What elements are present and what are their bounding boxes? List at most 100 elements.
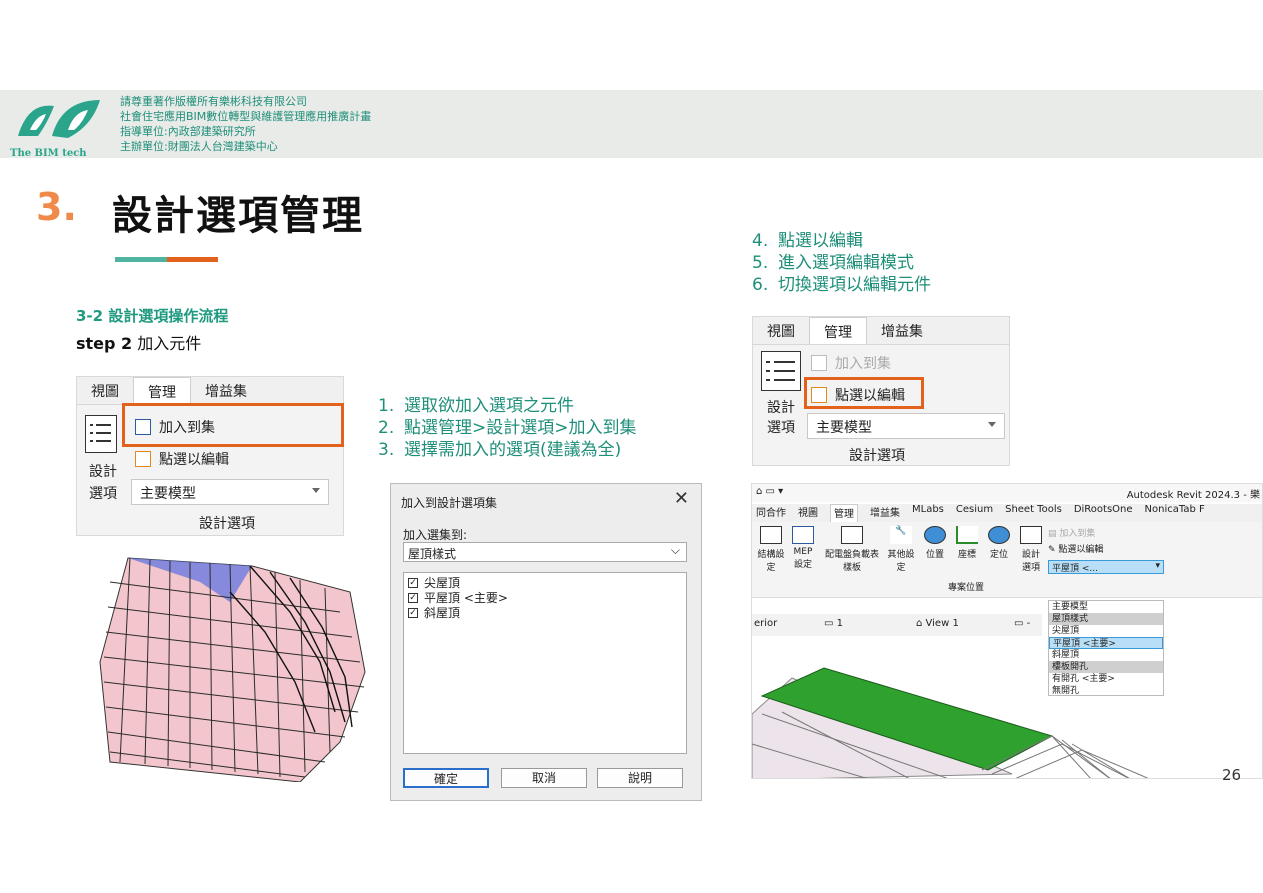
tab-addins[interactable]: 增益集 bbox=[191, 377, 261, 404]
design-options-icon[interactable] bbox=[85, 415, 117, 453]
ok-button[interactable]: 確定 bbox=[403, 768, 489, 788]
revit-tab-manage[interactable]: 管理 bbox=[830, 504, 858, 522]
dialog-title: 加入到設計選項集 bbox=[401, 496, 498, 510]
title-underline-teal bbox=[115, 257, 167, 262]
pick-to-edit-icon bbox=[135, 451, 151, 467]
roof-model-image bbox=[99, 557, 366, 782]
view-tab-view1[interactable]: ⌂ View 1 bbox=[916, 618, 959, 629]
header-line: 主辦單位:財團法人台灣建築中心 bbox=[120, 140, 278, 153]
position-button[interactable]: 定位 bbox=[984, 526, 1014, 560]
header-line: 指導單位:內政部建築研究所 bbox=[120, 125, 256, 138]
option-item[interactable]: ✓ 斜屋頂 bbox=[408, 605, 682, 620]
tab-manage[interactable]: 管理 bbox=[809, 317, 867, 344]
step-heading: step 2 加入元件 bbox=[76, 330, 201, 354]
tool-label: 位置 bbox=[925, 550, 944, 560]
quick-access-icon[interactable]: ⌂ ▭ ▾ bbox=[756, 486, 783, 497]
tool-label: 座標 bbox=[957, 550, 976, 560]
design-option-combo[interactable]: 主要模型 bbox=[131, 479, 329, 505]
ribbon-tabs: 視圖 管理 增益集 bbox=[753, 317, 1009, 345]
coordinates-button[interactable]: 座標 bbox=[952, 526, 982, 560]
design-options-button[interactable]: 設計選項 bbox=[1018, 526, 1044, 573]
revit-tab[interactable]: 增益集 bbox=[870, 504, 900, 522]
option-checklist: ✓ 尖屋頂 ✓ 平屋頂 <主要> ✓ 斜屋頂 bbox=[403, 572, 687, 754]
add-to-set-button[interactable]: ▤ 加入到集 bbox=[1048, 526, 1095, 539]
view-icon[interactable]: ▭ - bbox=[1014, 618, 1030, 629]
structural-settings-button[interactable]: 結構設定 bbox=[756, 526, 786, 573]
highlight-add-to-set bbox=[122, 403, 344, 447]
revit-tab[interactable]: Sheet Tools bbox=[1005, 504, 1062, 522]
checkbox-checked-icon[interactable]: ✓ bbox=[408, 607, 418, 618]
tab-manage[interactable]: 管理 bbox=[133, 377, 191, 404]
checkbox-checked-icon[interactable]: ✓ bbox=[408, 592, 418, 603]
select-value: 屋頂樣式 bbox=[408, 547, 457, 561]
revit-tab[interactable]: DiRootsOne bbox=[1074, 504, 1133, 522]
panel-label: 設計選項 bbox=[849, 448, 905, 464]
pick-to-edit-label: 點選以編輯 bbox=[159, 452, 229, 468]
step-text: 點選管理>設計選項>加入到集 bbox=[404, 418, 637, 438]
wrench-icon: 🔧 bbox=[890, 526, 912, 544]
dropdown-option[interactable]: 主要模型 bbox=[1049, 601, 1163, 613]
header-line: 請尊重著作版權所有樂彬科技有限公司 bbox=[120, 95, 307, 108]
revit-tab[interactable]: 同合作 bbox=[756, 504, 786, 522]
revit-tabs: 同合作 視圖 管理 增益集 MLabs Cesium Sheet Tools D… bbox=[752, 504, 1262, 522]
add-to-set-button[interactable]: 加入到集 bbox=[811, 353, 891, 373]
tool-label: 設計選項 bbox=[1021, 550, 1040, 573]
tab-addins[interactable]: 增益集 bbox=[867, 317, 937, 344]
option-item[interactable]: ✓ 平屋頂 <主要> bbox=[408, 590, 682, 605]
step-text: 點選以編輯 bbox=[778, 231, 863, 251]
step-num: 5. bbox=[752, 253, 769, 273]
location-button[interactable]: 位置 bbox=[920, 526, 950, 560]
pick-to-edit-button[interactable]: ✎ 點選以編輯 bbox=[1048, 542, 1103, 555]
dropdown-option[interactable]: 平屋頂 <主要> bbox=[1049, 637, 1163, 649]
view-name[interactable]: erior bbox=[754, 618, 777, 629]
left-ribbon-screenshot: 視圖 管理 增益集 設計 選項 加入到集 點選以編輯 主要模型 設計選項 bbox=[76, 376, 344, 536]
house-icon: ⌂ bbox=[916, 618, 926, 629]
step-num: 1. bbox=[378, 396, 395, 416]
design-options-label-1: 設計 bbox=[89, 464, 117, 480]
help-button[interactable]: 說明 bbox=[597, 768, 683, 788]
checkbox-checked-icon[interactable]: ✓ bbox=[408, 577, 418, 588]
chevron-down-icon: ⌵ bbox=[670, 543, 680, 557]
pick-to-edit-icon: ✎ bbox=[1048, 545, 1059, 555]
view-tab-1[interactable]: ▭ 1 bbox=[824, 618, 843, 629]
close-icon[interactable]: ✕ bbox=[674, 488, 689, 509]
page-number: 26 bbox=[1222, 766, 1242, 784]
view-tab-label: View 1 bbox=[925, 618, 959, 629]
title-underline-orange bbox=[167, 257, 218, 262]
panel-schedule-button[interactable]: 配電盤負載表樣板 bbox=[822, 526, 882, 573]
logo-text: The BIM tech bbox=[10, 148, 87, 159]
dropdown-option[interactable]: 尖屋頂 bbox=[1049, 625, 1163, 637]
revit-tab[interactable]: NonicaTab F bbox=[1145, 504, 1205, 522]
option-set-select[interactable]: 屋頂樣式 ⌵ bbox=[403, 542, 687, 562]
dropdown-group-header: 屋頂樣式 bbox=[1049, 613, 1163, 625]
design-option-combo[interactable]: 主要模型 bbox=[807, 413, 1005, 439]
tab-view[interactable]: 視圖 bbox=[753, 317, 809, 344]
revit-ribbon: 結構設定 MEP 設定 配電盤負載表樣板 🔧 其他設定 位置 座標 定位 設計選項… bbox=[752, 522, 1262, 598]
globe-icon bbox=[988, 526, 1010, 544]
pick-to-edit-button[interactable]: 點選以編輯 bbox=[135, 449, 229, 469]
view-number: 1 bbox=[836, 618, 844, 629]
add-to-set-label: 加入到集 bbox=[1059, 529, 1096, 539]
revit-tab[interactable]: MLabs bbox=[912, 504, 944, 522]
tab-view[interactable]: 視圖 bbox=[77, 377, 133, 404]
revit-tab[interactable]: Cesium bbox=[956, 504, 993, 522]
header-text: 請尊重著作版權所有樂彬科技有限公司 社會住宅應用BIM數位轉型與維護管理應用推廣… bbox=[120, 94, 371, 154]
step-text: 選擇需加入的選項(建議為全) bbox=[404, 440, 622, 460]
step-num: 6. bbox=[752, 275, 769, 295]
option-item[interactable]: ✓ 尖屋頂 bbox=[408, 575, 682, 590]
revit-tab[interactable]: 視圖 bbox=[798, 504, 818, 522]
cancel-button[interactable]: 取消 bbox=[501, 768, 587, 788]
step-item: 2. 點選管理>設計選項>加入到集 bbox=[378, 417, 637, 439]
design-options-icon[interactable] bbox=[761, 351, 801, 391]
step-num: 2. bbox=[378, 418, 395, 438]
chevron-down-icon bbox=[988, 422, 996, 427]
step-text: 切換選項以編輯元件 bbox=[778, 275, 931, 295]
other-settings-button[interactable]: 🔧 其他設定 bbox=[886, 526, 916, 573]
revit-window-screenshot: ⌂ ▭ ▾ Autodesk Revit 2024.3 - 樂 同合作 視圖 管… bbox=[751, 483, 1263, 779]
add-to-set-icon: ▤ bbox=[1048, 529, 1060, 539]
chevron-down-icon: ▾ bbox=[1155, 561, 1160, 571]
mep-icon bbox=[792, 526, 814, 544]
mep-settings-button[interactable]: MEP 設定 bbox=[788, 526, 818, 570]
design-option-combo[interactable]: 平屋頂 <... ▾ bbox=[1048, 560, 1164, 574]
header-line: 社會住宅應用BIM數位轉型與維護管理應用推廣計畫 bbox=[120, 110, 372, 123]
